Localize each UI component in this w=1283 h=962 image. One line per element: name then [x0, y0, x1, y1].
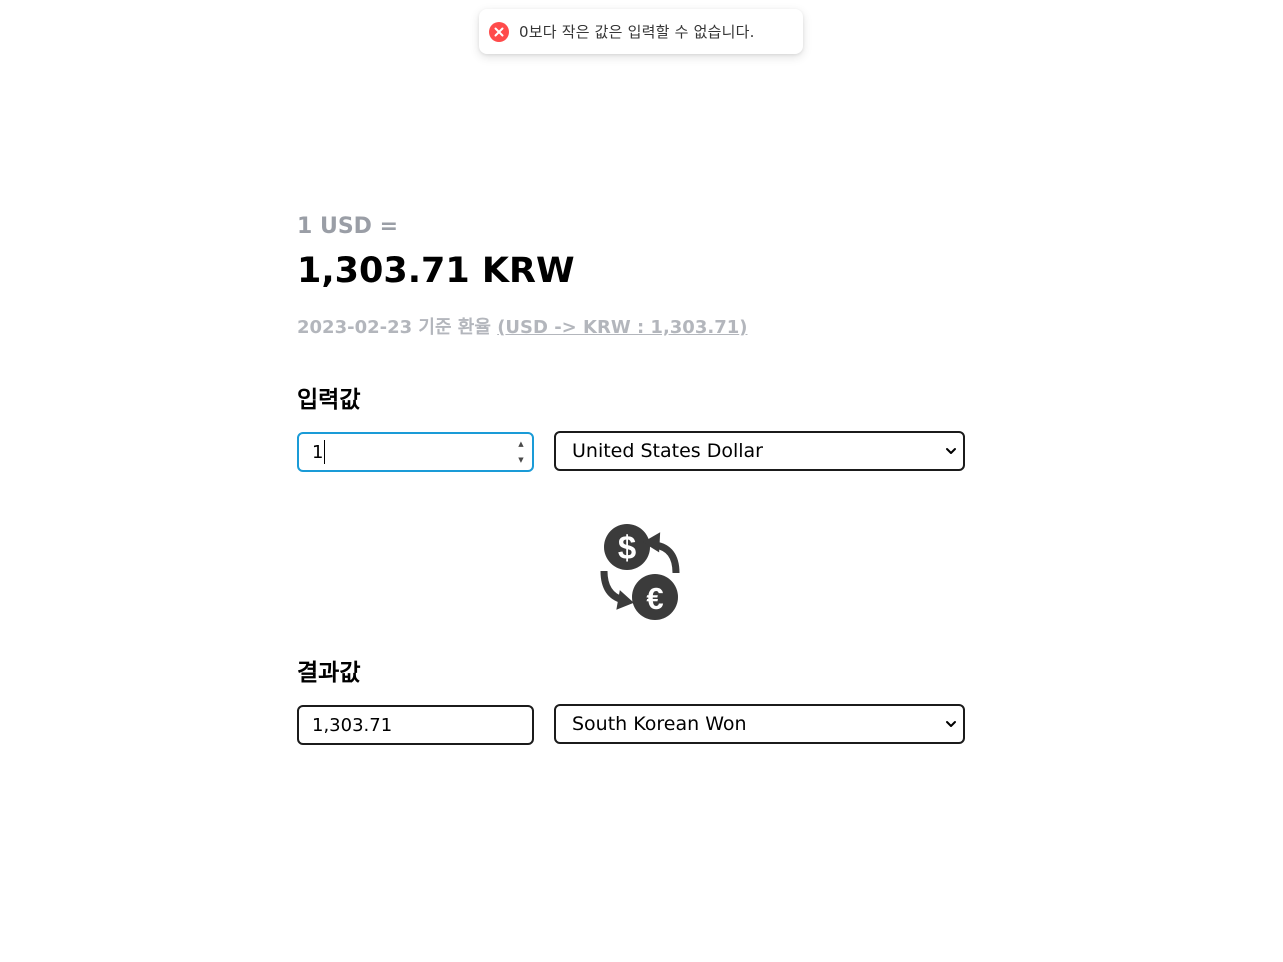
amount-spinner[interactable]: ▲ ▼	[515, 439, 527, 465]
result-section-label: 결과값	[297, 660, 361, 686]
input-section-label: 입력값	[297, 387, 361, 413]
rate-date-prefix: 2023-02-23 기준 환율	[297, 317, 498, 338]
error-toast: 0보다 작은 값은 입력할 수 없습니다.	[479, 9, 803, 54]
svg-text:$: $	[618, 529, 636, 566]
result-currency-value: South Korean Won	[572, 713, 747, 735]
error-circle-icon	[489, 21, 509, 42]
input-amount-field[interactable]: 1 ▲ ▼	[297, 432, 534, 472]
rate-result-label: 1,303.71 KRW	[297, 251, 575, 291]
result-amount-value: 1,303.71	[312, 714, 393, 736]
toast-message: 0보다 작은 값은 입력할 수 없습니다.	[519, 23, 755, 41]
chevron-down-icon	[946, 721, 956, 727]
rate-from-label: 1 USD =	[297, 214, 399, 239]
input-amount-value: 1	[312, 441, 324, 463]
spin-up-icon[interactable]: ▲	[518, 439, 523, 449]
text-caret	[324, 440, 326, 464]
chevron-down-icon	[946, 448, 956, 454]
spin-down-icon[interactable]: ▼	[518, 455, 523, 465]
rate-date-info: 2023-02-23 기준 환율 (USD -> KRW : 1,303.71)	[297, 313, 747, 339]
result-amount-field[interactable]: 1,303.71	[297, 705, 534, 745]
currency-exchange-icon[interactable]: $ €	[598, 521, 684, 622]
input-currency-select[interactable]: United States Dollar	[554, 431, 965, 471]
svg-text:€: €	[646, 581, 663, 616]
rate-source-link[interactable]: (USD -> KRW : 1,303.71)	[497, 317, 747, 338]
input-currency-value: United States Dollar	[572, 440, 763, 462]
result-currency-select[interactable]: South Korean Won	[554, 704, 965, 744]
